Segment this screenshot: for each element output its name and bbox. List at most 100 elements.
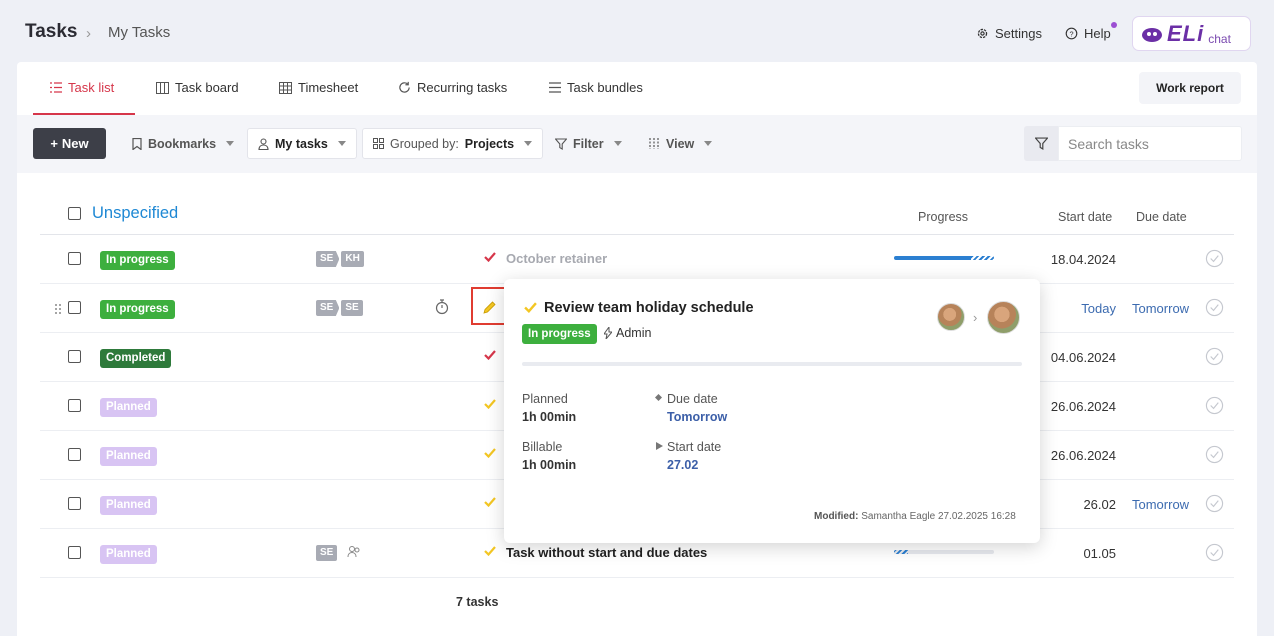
start-date: 18.04.2024 bbox=[1050, 252, 1116, 267]
filter-dropdown[interactable]: Filter bbox=[545, 128, 632, 159]
stopwatch-icon[interactable] bbox=[435, 299, 449, 315]
complete-circle-icon[interactable] bbox=[1205, 494, 1224, 513]
gear-icon bbox=[977, 28, 988, 39]
modified-info: Modified: Samantha Eagle 27.02.2025 16:2… bbox=[814, 511, 1016, 522]
users-icon[interactable] bbox=[347, 545, 361, 558]
new-task-button[interactable]: + New bbox=[33, 128, 106, 159]
start-date[interactable]: Today bbox=[1081, 301, 1116, 316]
avatar[interactable] bbox=[937, 303, 965, 331]
bookmark-icon bbox=[132, 137, 142, 150]
row-checkbox[interactable] bbox=[68, 350, 81, 363]
chevron-down-icon bbox=[704, 141, 713, 146]
planned-value: 1h 00min bbox=[522, 410, 577, 424]
status-badge[interactable]: Planned bbox=[100, 545, 157, 564]
assignee-tags: SE SE bbox=[316, 300, 363, 316]
eli-logo: ELi bbox=[1167, 20, 1205, 46]
column-header-start-date[interactable]: Start date bbox=[1058, 210, 1112, 224]
chevron-down-icon bbox=[337, 141, 346, 146]
check-icon[interactable] bbox=[484, 350, 496, 360]
assignee-tag: SE bbox=[316, 251, 340, 267]
tab-task-list[interactable]: Task list bbox=[50, 80, 114, 95]
complete-circle-icon[interactable] bbox=[1205, 298, 1224, 317]
check-icon[interactable] bbox=[484, 252, 496, 262]
start-date-value[interactable]: 27.02 bbox=[667, 458, 698, 472]
chevron-down-icon bbox=[613, 141, 622, 146]
eli-chat-label: chat bbox=[1208, 31, 1231, 46]
row-checkbox[interactable] bbox=[68, 399, 81, 412]
complete-circle-icon[interactable] bbox=[1205, 396, 1224, 415]
page-title: Tasks bbox=[25, 21, 78, 42]
eli-chat-button[interactable]: ELi chat bbox=[1132, 16, 1251, 51]
check-icon bbox=[524, 302, 537, 313]
modified-value: Samantha Eagle 27.02.2025 16:28 bbox=[861, 511, 1016, 522]
popup-task-title[interactable]: Review team holiday schedule bbox=[544, 300, 754, 316]
status-badge[interactable]: Completed bbox=[100, 349, 172, 368]
avatar[interactable] bbox=[987, 301, 1020, 334]
status-badge[interactable]: In progress bbox=[100, 300, 175, 319]
column-header-due-date[interactable]: Due date bbox=[1136, 210, 1187, 224]
row-checkbox[interactable] bbox=[68, 448, 81, 461]
tab-task-bundles[interactable]: Task bundles bbox=[549, 80, 643, 95]
column-header-progress[interactable]: Progress bbox=[918, 210, 968, 224]
progress-bar bbox=[894, 550, 994, 554]
task-name[interactable]: October retainer bbox=[506, 251, 607, 266]
tab-label: Task bundles bbox=[567, 80, 643, 95]
my-tasks-label: My tasks bbox=[275, 136, 328, 151]
grouped-by-dropdown[interactable]: Grouped by: Projects bbox=[362, 128, 544, 159]
breadcrumb[interactable]: My Tasks bbox=[108, 24, 170, 41]
due-date[interactable]: Tomorrow bbox=[1132, 497, 1189, 512]
due-date-value[interactable]: Tomorrow bbox=[667, 410, 727, 424]
chevron-right-icon: › bbox=[973, 310, 978, 325]
columns-icon bbox=[649, 138, 659, 149]
assignee-tag: SE bbox=[316, 300, 340, 316]
group-icon bbox=[373, 138, 384, 149]
stack-icon bbox=[549, 82, 561, 93]
plus-icon: + bbox=[50, 136, 58, 151]
status-badge[interactable]: In progress bbox=[100, 251, 175, 270]
check-icon[interactable] bbox=[484, 399, 496, 409]
table-row[interactable]: In progress SE KH October retainer 18.04… bbox=[40, 235, 1234, 284]
group-title[interactable]: Unspecified bbox=[92, 204, 178, 223]
complete-circle-icon[interactable] bbox=[1205, 543, 1224, 562]
chevron-down-icon bbox=[226, 141, 235, 146]
check-icon[interactable] bbox=[484, 546, 496, 556]
tab-label: Task list bbox=[68, 80, 115, 95]
breadcrumb-separator: › bbox=[86, 25, 91, 42]
start-date-label: Start date bbox=[667, 440, 722, 454]
help-button[interactable]: ? Help bbox=[1065, 26, 1111, 41]
row-checkbox[interactable] bbox=[68, 497, 81, 510]
tab-timesheet[interactable]: Timesheet bbox=[279, 80, 358, 95]
select-all-checkbox[interactable] bbox=[68, 207, 81, 220]
complete-circle-icon[interactable] bbox=[1205, 249, 1224, 268]
task-count: 7 tasks bbox=[456, 595, 499, 609]
complete-circle-icon[interactable] bbox=[1205, 347, 1224, 366]
billable-label: Billable bbox=[522, 440, 563, 454]
check-icon[interactable] bbox=[484, 448, 496, 458]
row-checkbox[interactable] bbox=[68, 546, 81, 559]
due-date[interactable]: Tomorrow bbox=[1132, 301, 1189, 316]
bookmarks-dropdown[interactable]: Bookmarks bbox=[122, 128, 244, 159]
complete-circle-icon[interactable] bbox=[1205, 445, 1224, 464]
check-icon[interactable] bbox=[484, 497, 496, 507]
tab-task-board[interactable]: Task board bbox=[156, 80, 239, 95]
status-badge[interactable]: Planned bbox=[100, 398, 157, 417]
drag-handle-icon[interactable] bbox=[54, 303, 62, 315]
status-badge[interactable]: Planned bbox=[100, 496, 157, 515]
quick-filter-button[interactable] bbox=[1024, 126, 1058, 161]
status-badge[interactable]: Planned bbox=[100, 447, 157, 466]
view-dropdown[interactable]: View bbox=[638, 128, 722, 159]
tab-recurring-tasks[interactable]: Recurring tasks bbox=[398, 80, 507, 95]
settings-button[interactable]: Settings bbox=[976, 26, 1042, 41]
due-date-label: Due date bbox=[667, 392, 718, 406]
my-tasks-dropdown[interactable]: My tasks bbox=[247, 128, 357, 159]
filter-label: Filter bbox=[573, 136, 604, 151]
work-report-button[interactable]: Work report bbox=[1139, 72, 1241, 104]
chevron-down-icon bbox=[524, 141, 533, 146]
popup-status-badge[interactable]: In progress bbox=[522, 324, 597, 344]
eli-mascot-icon bbox=[1142, 27, 1162, 42]
row-checkbox[interactable] bbox=[68, 301, 81, 314]
search-input[interactable] bbox=[1058, 126, 1242, 161]
task-name[interactable]: Task without start and due dates bbox=[506, 545, 707, 560]
assignee-tag: SE bbox=[341, 300, 363, 316]
row-checkbox[interactable] bbox=[68, 252, 81, 265]
